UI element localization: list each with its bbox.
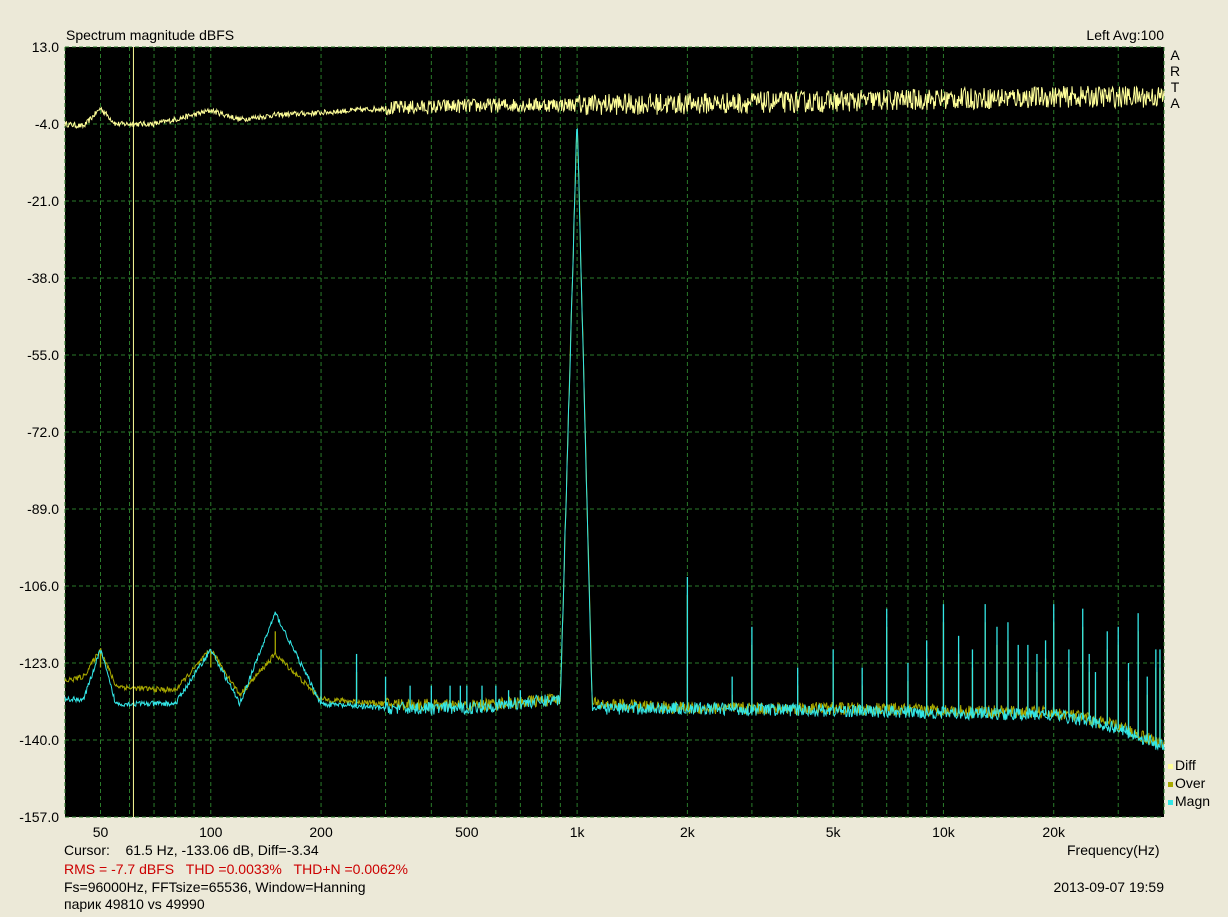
timestamp: 2013-09-07 19:59 — [1053, 879, 1164, 895]
legend-swatch — [1168, 763, 1173, 769]
arta-logo: A R T A — [1168, 47, 1182, 111]
legend-label: Magn — [1175, 793, 1211, 809]
arta-letter: A — [1170, 47, 1180, 63]
x-tick-label: 20k — [1042, 824, 1066, 840]
x-axis-label: Frequency(Hz) — [1067, 842, 1160, 858]
x-tick-label: 10k — [932, 824, 956, 840]
arta-letter: T — [1170, 79, 1180, 95]
x-tick-label: 50 — [93, 824, 109, 840]
thdn-value: THD+N =0.0062% — [293, 861, 408, 877]
note-text: парик 49810 vs 49990 — [64, 896, 205, 912]
y-tick-label: -123.0 — [19, 655, 59, 671]
y-tick-label: -157.0 — [19, 809, 59, 825]
y-tick-label: -72.0 — [27, 424, 59, 440]
legend-swatch — [1168, 799, 1173, 805]
legend-item-over[interactable]: Over — [1168, 774, 1205, 792]
fft-params: Fs=96000Hz, FFTsize=65536, Window=Hannin… — [64, 879, 366, 895]
y-tick-label: -106.0 — [19, 578, 59, 594]
x-tick-label: 1k — [570, 824, 586, 840]
arta-letter: R — [1169, 63, 1181, 79]
y-tick-labels: 13.0 -4.0 -21.0 -38.0 -55.0 -72.0 -89.0 -106.0 -… — [19, 39, 59, 825]
x-tick-labels: 50 100 200 500 1k 2k 5k 10k 20k — [93, 824, 1066, 840]
x-tick-label: 2k — [680, 824, 696, 840]
legend-item-magn[interactable]: Magn — [1168, 792, 1210, 810]
arta-letter: A — [1170, 95, 1180, 111]
legend-swatch — [1168, 781, 1173, 787]
legend-label: Diff — [1175, 757, 1196, 773]
y-tick-label: -21.0 — [27, 193, 59, 209]
spectrum-chart: 13.0 -4.0 -21.0 -38.0 -55.0 -72.0 -89.0 -106.0 -… — [19, 39, 1165, 840]
y-tick-label: -4.0 — [35, 116, 59, 132]
cursor-label: Cursor: — [64, 842, 110, 858]
y-tick-label: -89.0 — [27, 501, 59, 517]
y-tick-label: -55.0 — [27, 347, 59, 363]
y-tick-label: -140.0 — [19, 732, 59, 748]
chart-title: Spectrum magnitude dBFS — [66, 27, 235, 43]
cursor-values: 61.5 Hz, -133.06 dB, Diff=-3.34 — [125, 842, 319, 858]
stats-line: RMS = -7.7 dBFS THD =0.0033% THD+N =0.00… — [64, 861, 408, 877]
x-tick-label: 500 — [455, 824, 479, 840]
legend-label: Over — [1175, 775, 1206, 791]
x-tick-label: 200 — [309, 824, 333, 840]
x-tick-label: 5k — [826, 824, 842, 840]
y-tick-label: 13.0 — [32, 39, 59, 55]
x-tick-label: 100 — [199, 824, 223, 840]
thd-value: THD =0.0033% — [185, 861, 282, 877]
channel-info: Left Avg:100 — [1086, 27, 1164, 43]
cursor-readout: Cursor: 61.5 Hz, -133.06 dB, Diff=-3.34 — [64, 842, 319, 858]
legend-item-diff[interactable]: Diff — [1168, 756, 1196, 774]
rms-value: RMS = -7.7 dBFS — [64, 861, 175, 877]
y-tick-label: -38.0 — [27, 270, 59, 286]
